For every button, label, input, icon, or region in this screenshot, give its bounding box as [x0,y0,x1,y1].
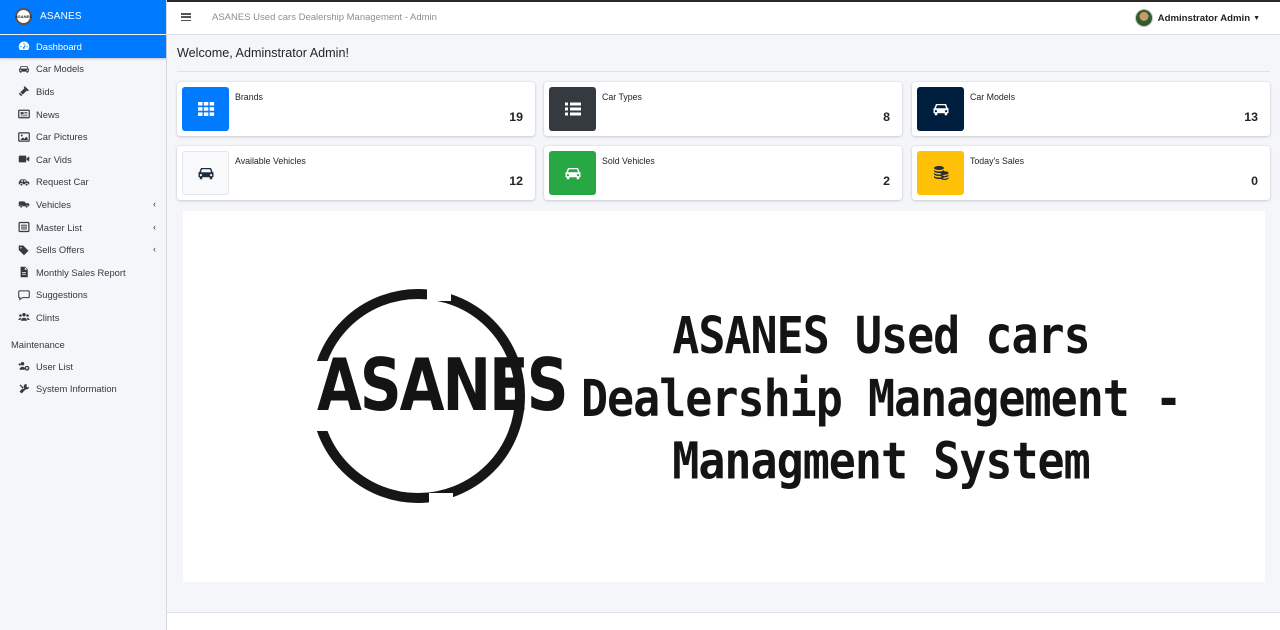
sidebar-header-maintenance: Maintenance [11,338,65,350]
info-box-value: 0 [1251,174,1258,188]
sidebar: ASANES ASANES Dashboard Car Models Bids … [0,0,167,630]
sidebar-item-label: Sells Offers [36,244,85,256]
sidebar-item-suggestions[interactable]: Suggestions [0,284,166,307]
info-box-label: Available Vehicles [235,156,306,166]
info-box-label: Sold Vehicles [602,156,655,166]
info-box-value: 12 [509,174,523,188]
sidebar-item-label: Dashboard [36,40,82,52]
sidebar-item-label: User List [36,360,73,372]
sidebar-item-label: Car Vids [36,153,72,165]
sidebar-item-request-car[interactable]: Request Car [0,171,166,194]
chevron-left-icon: ‹ [153,221,156,232]
sidebar-item-label: Suggestions [36,289,88,301]
info-box-label: Today's Sales [970,156,1025,166]
user-name: Adminstrator Admin [1157,12,1251,24]
newspaper-icon [17,108,30,120]
brand-name: ASANES [40,11,82,22]
info-box-label: Car Types [602,92,642,102]
users-cog-icon [17,360,30,372]
sidebar-item-bids[interactable]: Bids [0,80,166,103]
menu-toggle-icon[interactable] [181,13,191,21]
page-title: ASANES Used cars Dealership Management -… [212,11,437,23]
info-box-value: 19 [509,110,523,124]
info-box-todays-sales[interactable]: Today's Sales 0 [912,146,1270,200]
banner-title: ASANES Used cars Dealership Management -… [561,305,1201,493]
dashboard-icon [17,40,30,52]
chevron-left-icon: ‹ [153,244,156,255]
brand-link[interactable]: ASANES ASANES [0,0,166,34]
sidebar-item-label: Clints [36,311,60,323]
sidebar-item-system-information[interactable]: System Information [0,377,166,400]
gavel-icon [17,85,30,97]
banner-title-line: Dealership Management - [580,368,1182,429]
file-icon [17,266,30,278]
chevron-left-icon: ‹ [153,199,156,210]
top-navbar: ASANES Used cars Dealership Management -… [167,0,1280,35]
list-icon [17,221,30,233]
image-icon [17,131,30,143]
sidebar-item-sells-offers[interactable]: Sells Offers ‹ [0,238,166,261]
info-box-car-types[interactable]: Car Types 8 [544,82,902,136]
welcome-heading: Welcome, Adminstrator Admin! [177,46,349,60]
car-icon [549,151,596,195]
info-box-available-vehicles[interactable]: Available Vehicles 12 [177,146,535,200]
banner-ring-gap [429,493,453,515]
car-icon [17,63,30,75]
sidebar-item-label: Car Pictures [36,131,88,143]
banner-title-line: Managment System [672,431,1090,491]
car-side-icon [17,176,30,188]
sidebar-item-news[interactable]: News [0,103,166,126]
brand-logo: ASANES [15,8,32,25]
list-icon [549,87,596,131]
comment-icon [17,289,30,301]
main-content: Welcome, Adminstrator Admin! Brands 19 C… [167,35,1280,612]
sidebar-item-dashboard[interactable]: Dashboard [0,35,166,58]
info-box-value: 8 [883,110,890,124]
brand-logo-text: ASANES [15,14,32,19]
sidebar-item-label: Request Car [36,176,89,188]
info-box-value: 13 [1244,110,1258,124]
sidebar-item-vehicles[interactable]: Vehicles ‹ [0,193,166,216]
sidebar-item-label: Monthly Sales Report [36,266,126,278]
video-icon [17,153,30,165]
info-box-sold-vehicles[interactable]: Sold Vehicles 2 [544,146,902,200]
truck-icon [17,198,30,210]
sidebar-item-car-pictures[interactable]: Car Pictures [0,125,166,148]
sidebar-item-master-list[interactable]: Master List ‹ [0,216,166,239]
footer [167,612,1280,630]
info-box-value: 2 [883,174,890,188]
info-box-car-models[interactable]: Car Models 13 [912,82,1270,136]
avatar [1134,9,1153,27]
divider [177,71,1270,72]
user-menu[interactable]: Adminstrator Admin ▼ [1134,9,1260,27]
banner-ring-gap [427,279,451,301]
sidebar-item-label: Vehicles [36,198,71,210]
car-icon [182,151,229,195]
sidebar-item-label: Car Models [36,63,84,75]
banner-image: ASANES ASANES Used cars Dealership Manag… [183,211,1265,582]
tags-icon [17,244,30,256]
th-icon [182,87,229,131]
caret-down-icon: ▼ [1253,14,1260,22]
car-icon [917,87,964,131]
sidebar-item-car-vids[interactable]: Car Vids [0,148,166,171]
sidebar-item-user-list[interactable]: User List [0,355,166,378]
sidebar-item-label: Bids [36,85,55,97]
banner-title-line: ASANES Used cars [672,306,1090,366]
sidebar-item-clints[interactable]: Clints [0,306,166,329]
sidebar-item-monthly-sales-report[interactable]: Monthly Sales Report [0,261,166,284]
coins-icon [917,151,964,195]
info-box-label: Brands [235,92,263,102]
info-box-label: Car Models [970,92,1015,102]
sidebar-item-label: Master List [36,221,82,233]
sidebar-nav: Dashboard Car Models Bids News Car Pictu… [0,34,166,400]
sidebar-item-car-models[interactable]: Car Models [0,58,166,81]
sidebar-item-label: News [36,108,60,120]
info-box-brands[interactable]: Brands 19 [177,82,535,136]
tools-icon [17,383,30,395]
users-icon [17,311,30,323]
banner-logo-text: ASANES [317,342,568,428]
sidebar-item-label: System Information [36,383,117,395]
